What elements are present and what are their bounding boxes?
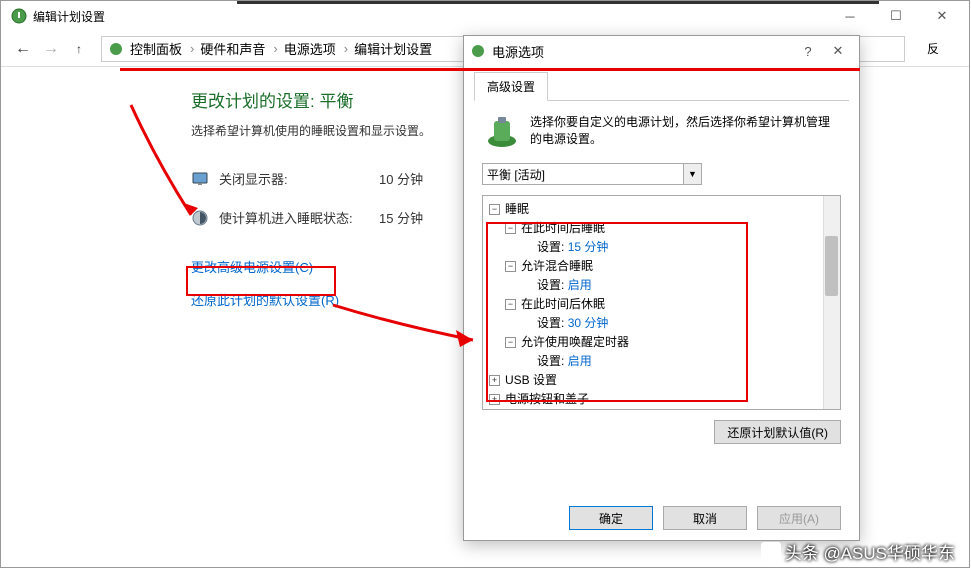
dialog-titlebar: 电源选项 ? ✕ bbox=[464, 36, 859, 66]
maximize-button[interactable]: ☐ bbox=[873, 1, 919, 31]
power-options-dialog: 电源选项 ? ✕ 高级设置 选择你要自定义的电源计划，然后选择你希望计算机管理的… bbox=[463, 35, 860, 541]
tree-node-after-sleep[interactable]: 在此时间后睡眠 bbox=[521, 219, 605, 238]
sleep-icon bbox=[191, 209, 209, 227]
help-button[interactable]: ? bbox=[793, 44, 823, 59]
main-titlebar: 编辑计划设置 ─ ☐ ✕ bbox=[1, 1, 969, 31]
monitor-icon bbox=[191, 170, 209, 188]
sleep-timeout-value[interactable]: 15 分钟 bbox=[379, 208, 469, 227]
tree-node-sleep[interactable]: 睡眠 bbox=[505, 200, 529, 219]
nav-forward-icon[interactable]: → bbox=[37, 35, 65, 63]
battery-icon bbox=[482, 113, 522, 149]
nav-up-icon[interactable]: ↑ bbox=[65, 35, 93, 63]
nav-back-icon[interactable]: ← bbox=[9, 35, 37, 63]
chevron-down-icon[interactable]: ▼ bbox=[683, 164, 701, 184]
wake-timers-value[interactable]: 启用 bbox=[568, 352, 592, 371]
tree-node-wake-timers[interactable]: 允许使用唤醒定时器 bbox=[521, 333, 629, 352]
close-button[interactable]: ✕ bbox=[919, 1, 965, 31]
expand-icon[interactable]: + bbox=[489, 375, 500, 386]
hybrid-value[interactable]: 启用 bbox=[568, 276, 592, 295]
scrollbar[interactable] bbox=[823, 196, 840, 409]
breadcrumb-item[interactable]: 控制面板› bbox=[130, 39, 200, 58]
tree-node-hybrid[interactable]: 允许混合睡眠 bbox=[521, 257, 593, 276]
settings-tree[interactable]: −睡眠 −在此时间后睡眠 设置: 15 分钟 −允许混合睡眠 设置: 启用 −在… bbox=[482, 195, 841, 410]
breadcrumb-item[interactable]: 编辑计划设置 bbox=[354, 39, 432, 58]
dialog-icon bbox=[470, 43, 486, 59]
apply-button[interactable]: 应用(A) bbox=[757, 506, 841, 530]
collapse-icon[interactable]: − bbox=[505, 261, 516, 272]
minimize-button[interactable]: ─ bbox=[827, 1, 873, 31]
collapse-icon[interactable]: − bbox=[505, 299, 516, 310]
expand-icon[interactable]: + bbox=[489, 394, 500, 405]
folder-icon bbox=[108, 41, 124, 57]
tree-node-power-button[interactable]: 电源按钮和盖子 bbox=[505, 390, 589, 409]
breadcrumb-item[interactable]: 硬件和声音› bbox=[200, 39, 283, 58]
dialog-description: 选择你要自定义的电源计划，然后选择你希望计算机管理的电源设置。 bbox=[530, 113, 841, 149]
sleep-after-value[interactable]: 15 分钟 bbox=[568, 238, 609, 257]
breadcrumb-item[interactable]: 电源选项› bbox=[284, 39, 354, 58]
power-plan-combo[interactable]: 平衡 [活动] bbox=[482, 163, 702, 185]
collapse-icon[interactable]: − bbox=[505, 337, 516, 348]
display-timeout-value[interactable]: 10 分钟 bbox=[379, 169, 469, 188]
collapse-icon[interactable]: − bbox=[505, 223, 516, 234]
app-icon bbox=[11, 8, 27, 24]
window-title: 编辑计划设置 bbox=[33, 8, 827, 25]
tab-advanced[interactable]: 高级设置 bbox=[474, 72, 548, 101]
cancel-button[interactable]: 取消 bbox=[663, 506, 747, 530]
tree-node-usb[interactable]: USB 设置 bbox=[505, 371, 557, 390]
dialog-close-button[interactable]: ✕ bbox=[823, 43, 853, 59]
ok-button[interactable]: 确定 bbox=[569, 506, 653, 530]
collapse-icon[interactable]: − bbox=[489, 204, 500, 215]
tree-node-after-hibernate[interactable]: 在此时间后休眠 bbox=[521, 295, 605, 314]
watermark-icon bbox=[761, 542, 781, 562]
refresh-area: 反 bbox=[905, 40, 961, 57]
restore-plan-defaults-button[interactable]: 还原计划默认值(R) bbox=[714, 420, 841, 444]
hibernate-after-value[interactable]: 30 分钟 bbox=[568, 314, 609, 333]
watermark: 头条 @ASUS华硕华东 bbox=[761, 539, 955, 564]
